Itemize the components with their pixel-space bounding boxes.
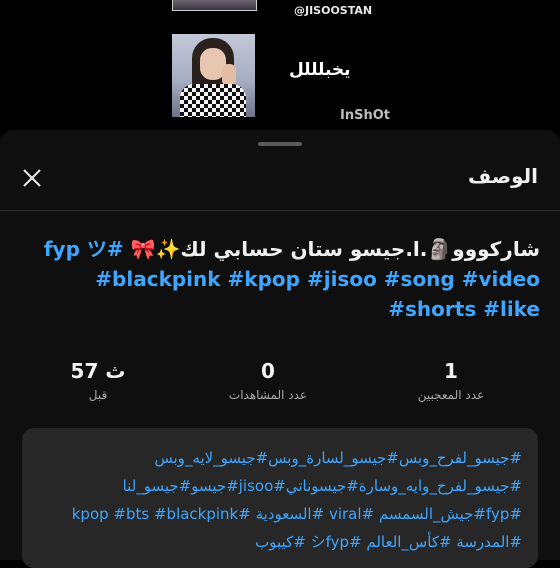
video-frame-image — [172, 34, 255, 117]
hashtag-link[interactable]: #jisoo — [307, 267, 377, 291]
hashtag-link[interactable]: #shorts — [388, 297, 476, 321]
hashtag-link[interactable]: #fyp — [44, 237, 124, 261]
description-text: #جيسو_لفرح_وبس#جيسو_لسارة_وبس#جيسو_لايه_… — [38, 444, 522, 556]
hashtag-link[interactable]: #song — [384, 267, 455, 291]
close-button[interactable] — [18, 164, 46, 192]
description-sheet: الوصف شاركووو🗿.ا.جيسو ستان حسابي لك✨🎀 #f… — [0, 130, 560, 568]
likes-stat: 1 عدد المعجبين — [391, 358, 511, 404]
description-line[interactable]: #المدرسة #كأس_العالم #シfyp #كيبوب — [38, 528, 522, 556]
description-line[interactable]: #جيسو_لفرح_وبس#جيسو_لسارة_وبس#جيسو_لايه_… — [38, 444, 522, 472]
video-handle-text: @JISOOSTAN — [294, 4, 373, 17]
hashtag-link[interactable]: #kpop — [228, 267, 300, 291]
video-title: شاركووو🗿.ا.جيسو ستان حسابي لك✨🎀 #fyp ツ #… — [20, 234, 540, 324]
upload-time-stat: 57 ث قبل — [38, 358, 158, 404]
description-line[interactable]: #fyp#جيش_السمسم #viral #السعودية #kpop #… — [38, 500, 522, 528]
hashtag-link[interactable]: #like — [483, 297, 540, 321]
video-stats: 1 عدد المعجبين 0 عدد المشاهدات 57 ث قبل — [0, 358, 560, 408]
upload-time-value: 57 ث — [70, 359, 126, 383]
description-line[interactable]: #جيسو_لفرح_وايه_وسارة#جيسوناتي#jisoo#جيس… — [38, 472, 522, 500]
upload-time-label: قبل — [88, 388, 108, 402]
inshot-watermark: InShOt — [340, 108, 390, 123]
previous-frame-thumbnail — [172, 0, 257, 11]
hashtag-link[interactable]: #video — [462, 267, 540, 291]
likes-count: 1 — [444, 359, 458, 383]
views-label: عدد المشاهدات — [228, 388, 308, 402]
views-stat: 0 عدد المشاهدات — [208, 358, 328, 404]
sheet-drag-handle[interactable] — [258, 142, 302, 146]
video-player[interactable]: @JISOOSTAN يخبلللل InShOt — [0, 0, 560, 130]
close-icon — [23, 169, 41, 187]
video-overlay-caption: يخبلللل — [289, 60, 351, 80]
video-title-text: شاركووو🗿.ا.جيسو ستان حسابي لك✨🎀 — [123, 237, 540, 261]
likes-label: عدد المعجبين — [417, 388, 485, 402]
header-divider — [0, 210, 560, 211]
views-count: 0 — [261, 359, 275, 383]
description-box[interactable]: #جيسو_لفرح_وبس#جيسو_لسارة_وبس#جيسو_لايه_… — [22, 428, 538, 568]
sheet-title: الوصف — [467, 164, 538, 188]
